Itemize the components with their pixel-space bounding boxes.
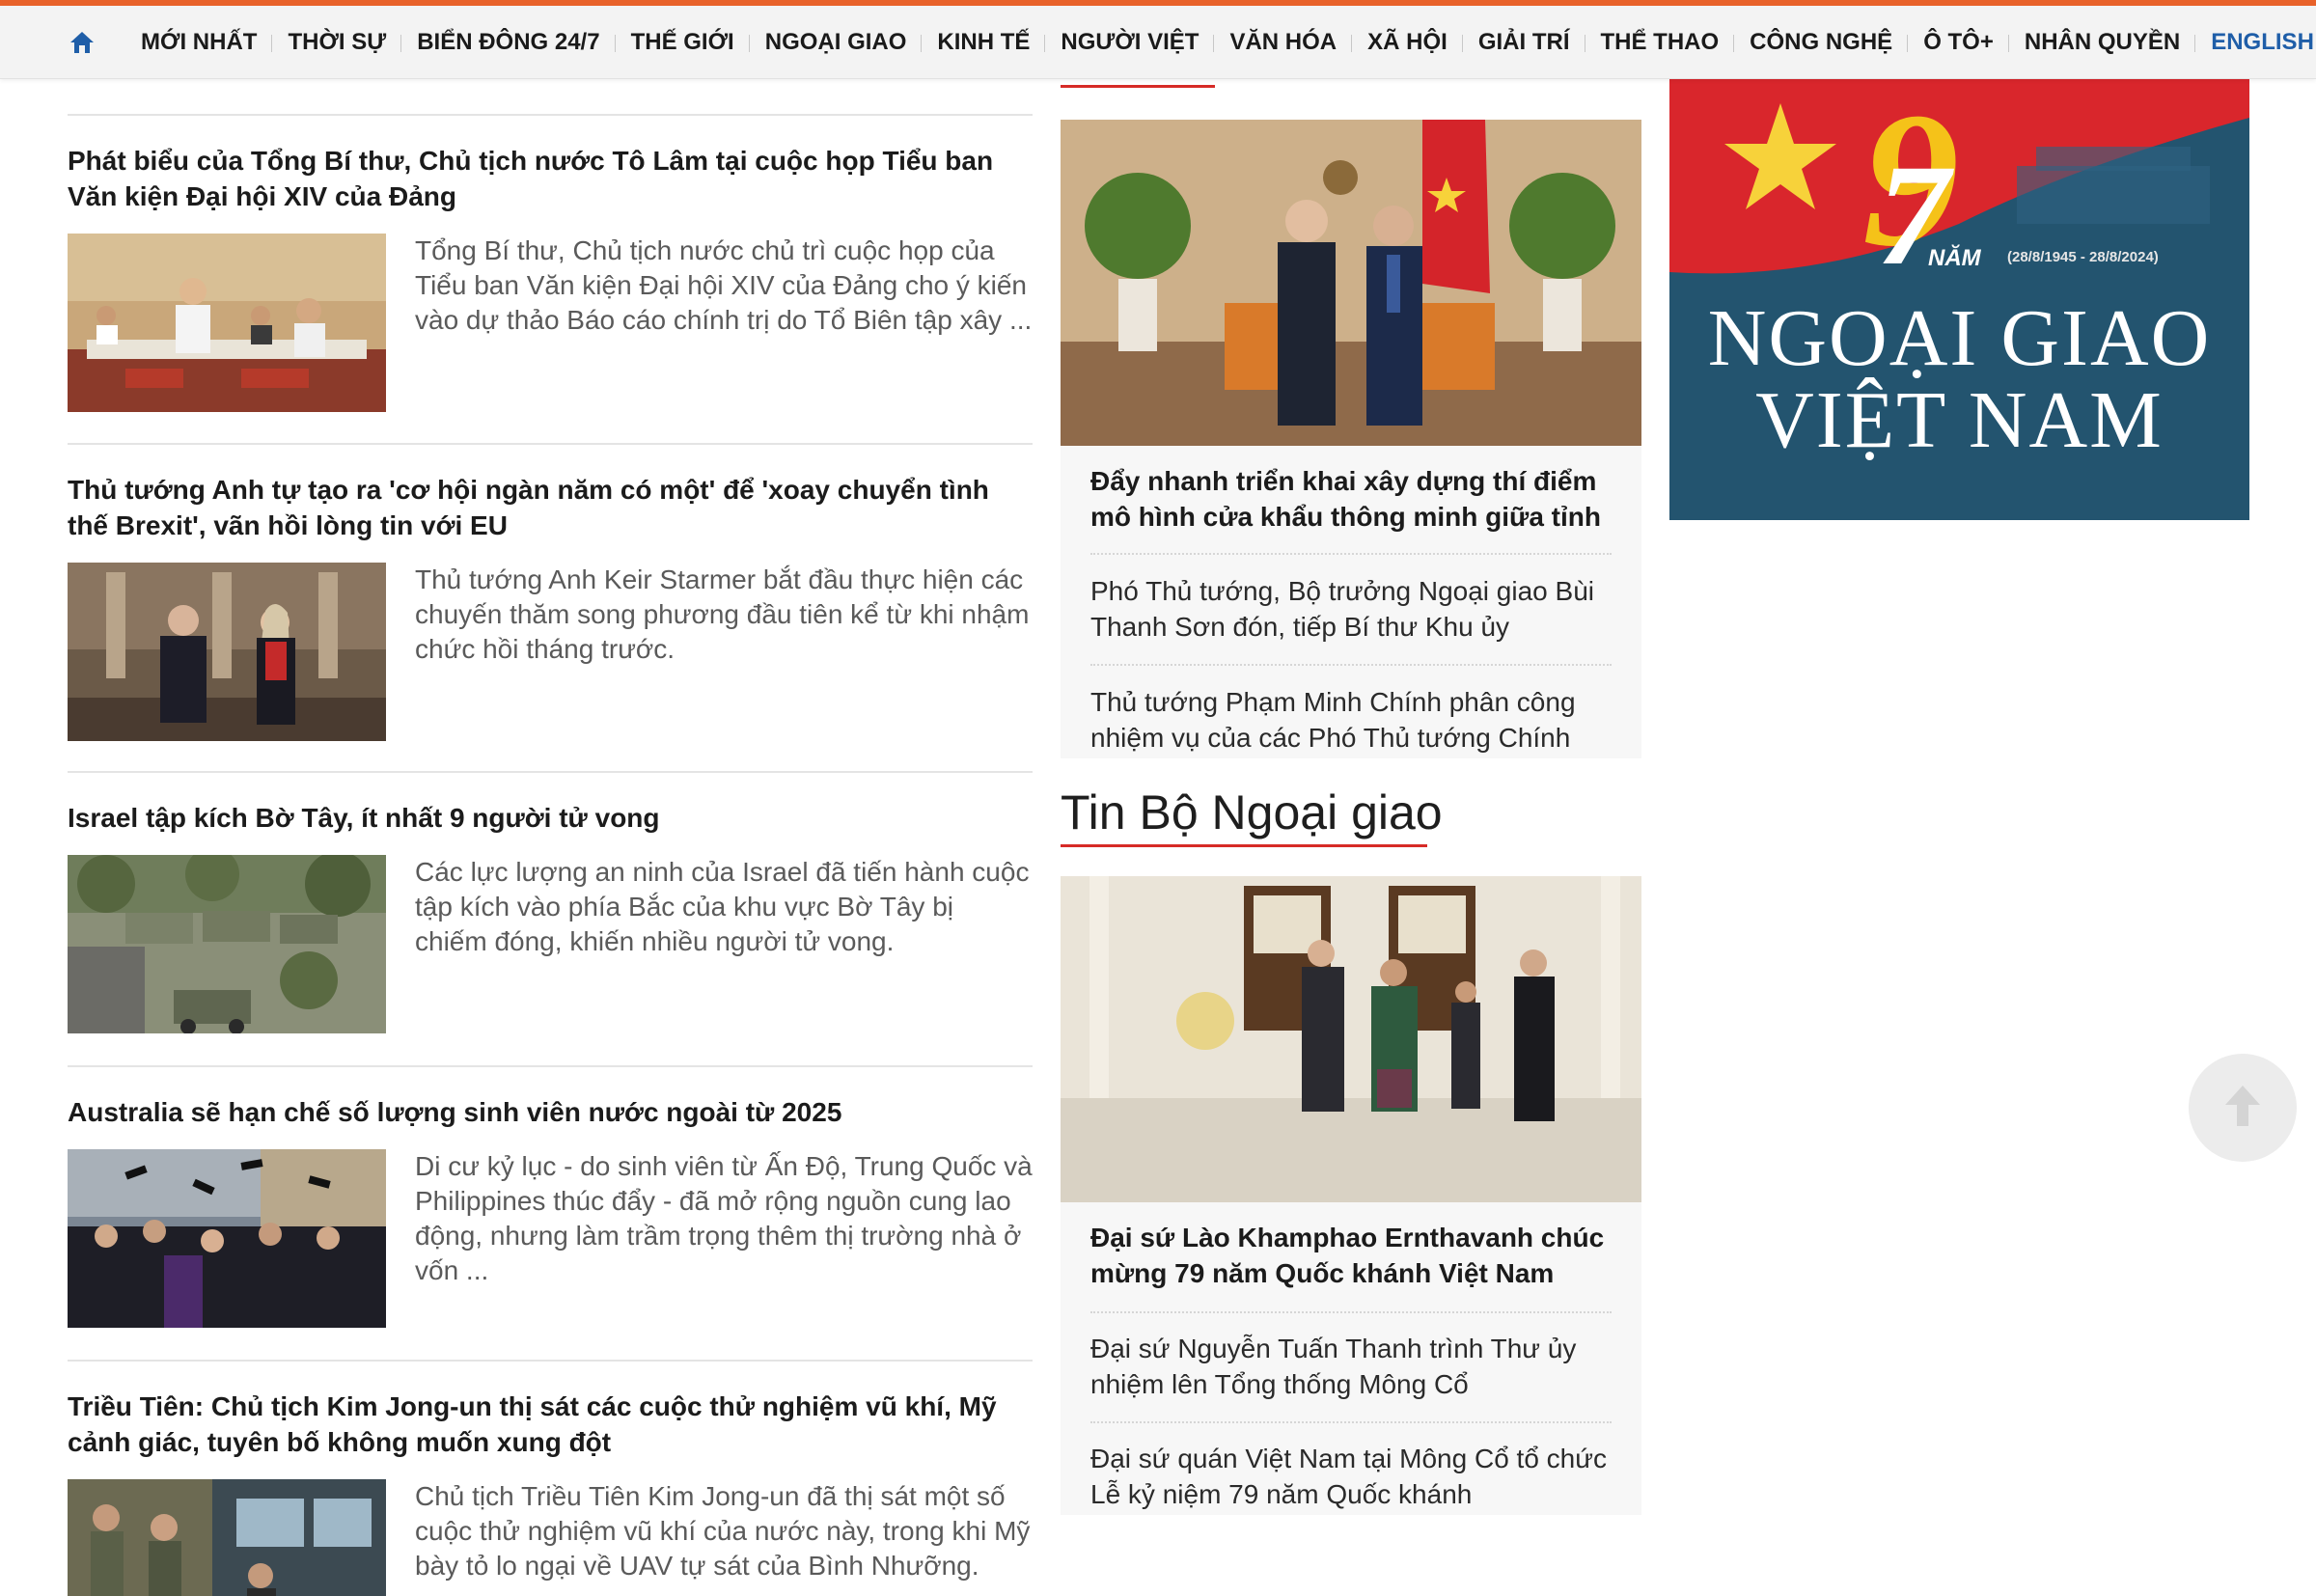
divider <box>68 771 1033 773</box>
article-body: Tổng Bí thư, Chủ tịch nước chủ trì cuộc … <box>68 234 1033 412</box>
nav-item-van-hoa[interactable]: VĂN HÓA <box>1213 29 1352 56</box>
nav-item-the-gioi[interactable]: THẾ GIỚI <box>614 29 750 56</box>
anniversary-banner[interactable]: 9 7 NĂM (28/8/1945 - 28/8/2024) NGOẠI GI… <box>1669 79 2249 520</box>
divider <box>1090 664 1612 666</box>
article-summary: Di cư kỷ lục - do sinh viên từ Ấn Độ, Tr… <box>415 1151 1033 1285</box>
featured-image[interactable] <box>1061 120 1641 446</box>
banner-title-line2: VIỆT NAM <box>1755 375 2164 465</box>
nav-item-moi-nhat[interactable]: MỚI NHẤT <box>125 29 272 56</box>
banner-title-line1: NGOẠI GIAO <box>1707 293 2212 383</box>
news-list-lead[interactable]: Đẩy nhanh triển khai xây dựng thí điểm m… <box>1090 463 1612 535</box>
main-menu: MỚI NHẤT THỜI SỰ BIỂN ĐÔNG 24/7 THẾ GIỚI… <box>68 6 2316 79</box>
news-list-item[interactable]: Đại sứ quán Việt Nam tại Mông Cổ tổ chức… <box>1090 1441 1612 1512</box>
nav-item-bien-dong[interactable]: BIỂN ĐÔNG 24/7 <box>400 29 615 56</box>
article-item: Israel tập kích Bờ Tây, ít nhất 9 người … <box>68 800 1033 1033</box>
article-thumbnail[interactable] <box>68 1479 386 1596</box>
article-summary: Thủ tướng Anh Keir Starmer bắt đầu thực … <box>415 564 1030 664</box>
divider <box>1090 1421 1612 1423</box>
article-summary: Các lực lượng an ninh của Israel đã tiến… <box>415 857 1030 956</box>
banner-nam-label: NĂM <box>1928 245 1981 271</box>
article-thumbnail[interactable] <box>68 563 386 741</box>
section-underline <box>1061 844 1427 847</box>
article-item: Thủ tướng Anh tự tạo ra 'cơ hội ngàn năm… <box>68 472 1033 741</box>
article-body: Di cư kỷ lục - do sinh viên từ Ấn Độ, Tr… <box>68 1149 1033 1328</box>
divider <box>68 1360 1033 1362</box>
news-list-item[interactable]: Thủ tướng Phạm Minh Chính phân công nhiệ… <box>1090 684 1612 756</box>
news-list-item[interactable]: Đại sứ Nguyễn Tuấn Thanh trình Thư ủy nh… <box>1090 1331 1612 1402</box>
article-thumbnail[interactable] <box>68 855 386 1033</box>
article-title[interactable]: Triều Tiên: Chủ tịch Kim Jong-un thị sát… <box>68 1389 1033 1460</box>
article-body: Chủ tịch Triều Tiên Kim Jong-un đã thị s… <box>68 1479 1033 1596</box>
nav-item-xa-hoi[interactable]: XÃ HỘI <box>1351 29 1463 56</box>
home-icon[interactable] <box>68 28 96 57</box>
nav-item-nguoi-viet[interactable]: NGƯỜI VIỆT <box>1044 29 1214 56</box>
article-title[interactable]: Israel tập kích Bờ Tây, ít nhất 9 người … <box>68 800 1033 836</box>
article-item: Australia sẽ hạn chế số lượng sinh viên … <box>68 1094 1033 1328</box>
article-title[interactable]: Phát biểu của Tổng Bí thư, Chủ tịch nước… <box>68 143 1033 214</box>
divider <box>68 1065 1033 1067</box>
nav-item-thoi-su[interactable]: THỜI SỰ <box>271 29 401 56</box>
news-list-lead[interactable]: Đại sứ Lào Khamphao Ernthavanh chúc mừng… <box>1090 1220 1612 1291</box>
nav-item-giai-tri[interactable]: GIẢI TRÍ <box>1461 29 1585 56</box>
news-list-item[interactable]: Phó Thủ tướng, Bộ trưởng Ngoại giao Bùi … <box>1090 573 1612 645</box>
nav-item-nhan-quyen[interactable]: NHÂN QUYỀN <box>2007 29 2195 56</box>
article-title[interactable]: Australia sẽ hạn chế số lượng sinh viên … <box>68 1094 1033 1130</box>
top-navigation-bar: MỚI NHẤT THỜI SỰ BIỂN ĐÔNG 24/7 THẾ GIỚI… <box>0 0 2316 79</box>
section-title[interactable]: Tin Bộ Ngoại giao <box>1061 784 1443 841</box>
article-title[interactable]: Thủ tướng Anh tự tạo ra 'cơ hội ngàn năm… <box>68 472 1033 543</box>
banner-dates: (28/8/1945 - 28/8/2024) <box>2007 249 2159 265</box>
article-summary: Chủ tịch Triều Tiên Kim Jong-un đã thị s… <box>415 1481 1031 1581</box>
divider <box>68 114 1033 116</box>
article-thumbnail[interactable] <box>68 234 386 412</box>
nav-item-the-thao[interactable]: THỂ THAO <box>1584 29 1735 56</box>
banner-number-seven: 7 <box>1877 135 1949 295</box>
article-thumbnail[interactable] <box>68 1149 386 1328</box>
nav-item-kinh-te[interactable]: KINH TẾ <box>921 29 1045 56</box>
divider <box>1090 553 1612 555</box>
scroll-to-top-button[interactable] <box>2189 1054 2297 1162</box>
nav-item-english[interactable]: ENGLISH <box>2194 29 2316 56</box>
divider <box>68 443 1033 445</box>
divider <box>1090 1311 1612 1313</box>
article-summary: Tổng Bí thư, Chủ tịch nước chủ trì cuộc … <box>415 235 1033 335</box>
arrow-up-icon <box>2221 1082 2264 1135</box>
article-item: Triều Tiên: Chủ tịch Kim Jong-un thị sát… <box>68 1389 1033 1596</box>
section-underline <box>1061 85 1215 88</box>
article-body: Các lực lượng an ninh của Israel đã tiến… <box>68 855 1033 1033</box>
article-item: Phát biểu của Tổng Bí thư, Chủ tịch nước… <box>68 143 1033 412</box>
nav-item-cong-nghe[interactable]: CÔNG NGHỆ <box>1733 29 1908 56</box>
nav-item-o-to[interactable]: Ô TÔ+ <box>1907 29 2009 56</box>
featured-image[interactable] <box>1061 876 1641 1202</box>
nav-item-ngoai-giao[interactable]: NGOẠI GIAO <box>748 29 923 56</box>
article-body: Thủ tướng Anh Keir Starmer bắt đầu thực … <box>68 563 1033 741</box>
